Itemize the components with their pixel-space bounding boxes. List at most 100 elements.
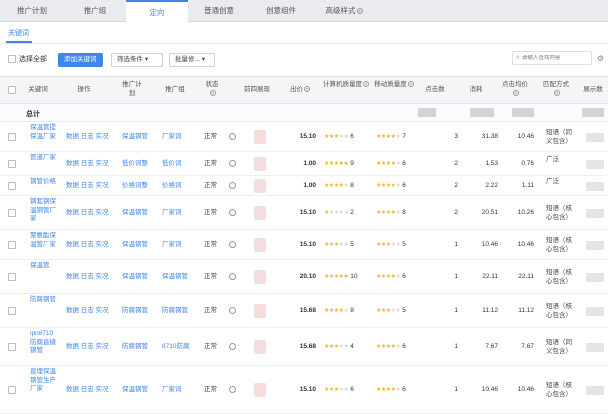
keyword-link[interactable]: 钢管价格 [30, 178, 56, 187]
row-checkbox[interactable] [8, 273, 16, 281]
match-type[interactable]: 广泛 [546, 156, 576, 165]
bid-value[interactable]: 15.68 [288, 307, 316, 316]
tab-creative-component[interactable]: 创意组件 [250, 0, 312, 22]
tab-advanced-style[interactable]: 高级样式? [312, 0, 376, 22]
match-type[interactable]: 短语（核心包含） [546, 269, 576, 286]
col-clicks[interactable]: 点击数 [422, 85, 448, 94]
col-status[interactable]: 状态? [203, 80, 221, 98]
match-type[interactable]: 短语（同义包含） [546, 129, 576, 146]
row-actions[interactable]: 数据 日志 实况 [66, 209, 114, 218]
keyword-link[interactable]: ipn8710防腐直缝钢管 [30, 330, 56, 356]
status-toggle-icon[interactable] [229, 343, 236, 350]
row-checkbox[interactable] [8, 307, 16, 315]
col-top4[interactable]: 前四展现 [244, 85, 270, 94]
campaign-link[interactable]: 防腐钢管 [122, 307, 152, 316]
keyword-link[interactable]: 聚氨酯保温管厂家 [30, 232, 56, 249]
status-toggle-icon[interactable] [229, 307, 236, 314]
ad-group-link[interactable]: 防腐钢管 [162, 307, 194, 316]
bid-value[interactable]: 15.10 [288, 241, 316, 250]
keyword-link[interactable]: 管道厂家 [30, 154, 56, 163]
status-toggle-icon[interactable] [229, 273, 236, 280]
tab-campaign[interactable]: 推广计划 [0, 0, 64, 22]
match-type[interactable]: 短语（同义包含） [546, 339, 576, 356]
campaign-link[interactable]: 价格词整 [122, 182, 152, 191]
bid-value[interactable]: 1.00 [288, 160, 316, 169]
ad-group-link[interactable]: 保温钢管 [162, 273, 194, 282]
keyword-link[interactable]: 保温管 [30, 262, 56, 271]
help-icon[interactable]: ? [356, 8, 363, 14]
row-actions[interactable]: 数据 日志 实况 [66, 386, 114, 395]
ad-group-link[interactable]: 厂家词 [162, 209, 194, 218]
col-cost[interactable]: 消耗 [466, 85, 486, 94]
help-icon[interactable]: ? [209, 90, 216, 96]
batch-edit-dropdown[interactable]: 批量修... ▾ [169, 53, 215, 67]
header-checkbox[interactable] [8, 86, 16, 94]
bid-value[interactable]: 15.10 [288, 209, 316, 218]
status-toggle-icon[interactable] [229, 386, 236, 393]
search-input[interactable] [521, 55, 588, 61]
row-checkbox[interactable] [8, 209, 16, 217]
tab-keyword[interactable]: 关键词 [8, 28, 29, 38]
campaign-link[interactable]: 保温钢管 [122, 209, 152, 218]
help-icon[interactable]: ? [553, 90, 560, 96]
help-icon[interactable]: ? [512, 90, 519, 96]
bid-value[interactable]: 15.10 [288, 133, 316, 142]
status-toggle-icon[interactable] [229, 160, 236, 167]
row-actions[interactable]: 数据 日志 实况 [66, 307, 114, 316]
row-actions[interactable]: 数据 日志 实况 [66, 182, 114, 191]
ad-group-link[interactable]: 厂家词 [162, 133, 194, 142]
keyword-link[interactable]: 钢套钢保温钢管厂家 [30, 198, 56, 224]
col-impressions[interactable]: 展示数 [580, 85, 606, 94]
campaign-link[interactable]: 保温钢管 [122, 133, 152, 142]
column-settings-icon[interactable]: ⚙ [597, 54, 604, 63]
bid-value[interactable]: 15.68 [288, 343, 316, 352]
row-actions[interactable]: 数据 日志 实况 [66, 133, 114, 142]
bid-value[interactable]: 20.10 [288, 273, 316, 282]
ad-group-link[interactable]: 厂家词 [162, 241, 194, 250]
row-actions[interactable]: 数据 日志 实况 [66, 343, 114, 352]
search-box[interactable]: ⌕ [512, 51, 592, 65]
campaign-link[interactable]: 保温钢管 [122, 386, 152, 395]
bid-value[interactable]: 15.10 [288, 386, 316, 395]
col-campaign[interactable]: 推广计划 [120, 80, 144, 98]
keyword-link[interactable]: 保温管提保温厂家 [30, 124, 56, 141]
col-keyword[interactable]: 关键词 [26, 85, 50, 94]
keyword-link[interactable]: 防腐钢管 [30, 296, 56, 305]
col-match-type[interactable]: 匹配方式? [541, 80, 571, 98]
row-checkbox[interactable] [8, 386, 16, 394]
col-bid[interactable]: 出价? [287, 85, 313, 94]
status-toggle-icon[interactable] [229, 209, 236, 216]
ad-group-link[interactable]: 厂家词 [162, 386, 194, 395]
campaign-link[interactable]: 保温钢管 [122, 241, 152, 250]
tab-targeting[interactable]: 定向 [126, 0, 188, 23]
campaign-link[interactable]: 防腐钢管 [122, 343, 152, 352]
col-pc-quality[interactable]: 计算机质量度? [322, 80, 370, 89]
tab-normal-creative[interactable]: 普通创意 [188, 0, 250, 22]
row-checkbox[interactable] [8, 133, 16, 141]
match-type[interactable]: 短语（核心包含） [546, 303, 576, 320]
bid-value[interactable]: 1.00 [288, 182, 316, 191]
row-checkbox[interactable] [8, 182, 16, 190]
row-actions[interactable]: 数据 日志 实况 [66, 160, 114, 169]
row-checkbox[interactable] [8, 241, 16, 249]
status-toggle-icon[interactable] [229, 182, 236, 189]
match-type[interactable]: 短语（核心包含） [546, 205, 576, 222]
tab-ad-group[interactable]: 推广组 [64, 0, 126, 22]
help-icon[interactable]: ? [304, 86, 310, 92]
select-all[interactable]: 选择全部 [8, 54, 47, 64]
match-type[interactable]: 广泛 [546, 178, 576, 187]
match-type[interactable]: 短语（核心包含） [546, 382, 576, 399]
help-icon[interactable]: ? [407, 81, 414, 87]
match-type[interactable]: 短语（核心包含） [546, 237, 576, 254]
ad-group-link[interactable]: 价格词 [162, 182, 194, 191]
campaign-link[interactable]: 保温钢管 [122, 273, 152, 282]
row-actions[interactable]: 数据 日志 实况 [66, 273, 114, 282]
ad-group-link[interactable]: 8710防腐 [162, 343, 194, 352]
add-keyword-button[interactable]: 添加关键词 [58, 53, 103, 67]
campaign-link[interactable]: 低价词整 [122, 160, 152, 169]
col-mobile-quality[interactable]: 移动质量度? [374, 80, 414, 89]
col-avg-cpc[interactable]: 点击均价? [502, 80, 528, 98]
status-toggle-icon[interactable] [229, 241, 236, 248]
select-all-checkbox[interactable] [8, 55, 16, 63]
row-checkbox[interactable] [8, 343, 16, 351]
